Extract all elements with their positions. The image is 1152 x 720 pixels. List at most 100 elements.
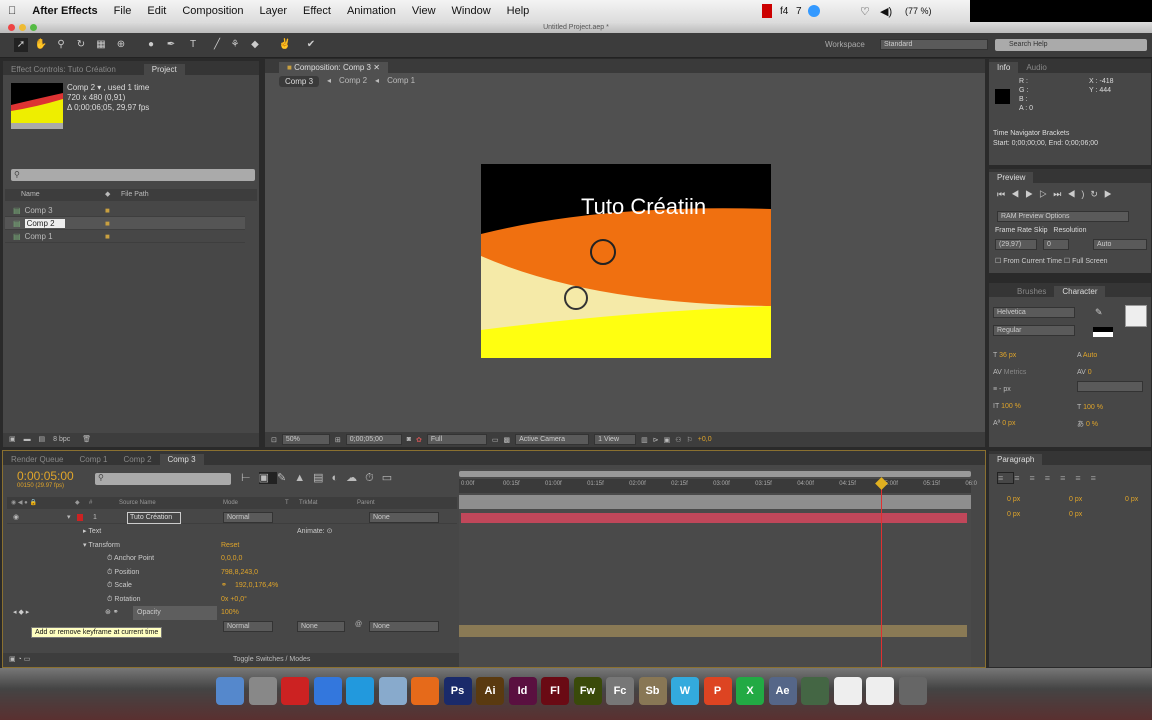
expand-layer-icon[interactable]: ▾ <box>67 511 71 524</box>
battery-status[interactable]: (77 %) <box>905 6 932 16</box>
exposure-value[interactable]: +0,0 <box>698 436 712 443</box>
tab-character[interactable]: Character <box>1054 286 1106 297</box>
hand-tool-icon[interactable]: ✋ <box>34 38 48 52</box>
project-item-label-editing[interactable]: Comp 2 <box>24 219 65 228</box>
prop-text[interactable]: ▸ Text Animate: ⊙ <box>7 525 457 539</box>
ram-preview-icon[interactable]: ▶ <box>1104 189 1118 199</box>
constrain-proportions-icon[interactable]: ⚭ <box>221 579 227 593</box>
rotation-value[interactable]: 0x +0,0° <box>221 593 247 607</box>
font-style-select[interactable]: Regular <box>993 325 1075 336</box>
tab-effect-controls[interactable]: Effect Controls: Tuto Création <box>3 64 124 75</box>
timeline-graph[interactable]: 0:00f 00:15f 01:00f 01:15f 02:00f 02:15f 03:00… <box>459 469 977 667</box>
rotate-tool-icon[interactable]: ↻ <box>74 38 88 52</box>
space-after-value[interactable]: 0 px <box>1069 511 1082 518</box>
dock-firefox-icon[interactable] <box>411 677 439 705</box>
dock-id-icon[interactable]: Id <box>508 677 537 705</box>
align-left-icon[interactable]: ≡ <box>997 472 1015 484</box>
menu-edit[interactable]: Edit <box>147 5 166 17</box>
dock-ae-icon[interactable]: Ae <box>768 677 797 705</box>
dock-safari-icon[interactable] <box>313 677 342 705</box>
status-f4[interactable]: f4 <box>780 6 788 17</box>
transform-reset-link[interactable]: Reset <box>221 539 239 553</box>
magnification-select[interactable]: 50% <box>281 434 330 445</box>
frame-rate-select[interactable]: (29,97) <box>995 239 1037 250</box>
kerning-value[interactable]: Metrics <box>1004 369 1027 376</box>
tab-info[interactable]: Info <box>989 62 1019 73</box>
project-search-input[interactable]: ⚲ <box>11 169 255 181</box>
dock-ai-icon[interactable]: Ai <box>476 677 504 705</box>
comp-mini-flowchart-icon[interactable]: ⊢ <box>241 472 259 484</box>
audio-icon[interactable]: ◀) <box>1067 189 1090 199</box>
prop-scale[interactable]: ⏱ Scale ⚭ 192,0,176,4% <box>7 579 457 593</box>
project-item-comp3[interactable]: ▤ Comp 3 ■ <box>5 204 245 217</box>
roto-brush-tool-icon[interactable]: ✌ <box>278 38 292 52</box>
breadcrumb-comp3[interactable]: Comp 3 <box>279 76 320 87</box>
tab-render-queue[interactable]: Render Queue <box>3 454 71 465</box>
new-comp-icon[interactable]: ▤ <box>33 436 46 443</box>
search-help-input[interactable]: Search Help <box>995 39 1147 51</box>
menu-animation[interactable]: Animation <box>347 5 396 17</box>
prev-frame-icon[interactable]: ◀ <box>1011 189 1025 199</box>
toggle-switches-modes-button[interactable]: Toggle Switches / Modes <box>233 653 310 667</box>
trash-icon[interactable]: 🗑 <box>72 436 91 443</box>
layer-mode-select[interactable]: Normal <box>223 512 273 523</box>
black-white-swatch[interactable] <box>1093 327 1113 337</box>
stopwatch-icon[interactable]: ⏱ <box>7 582 114 589</box>
stroke-style-select[interactable] <box>1077 381 1143 392</box>
fast-preview-icon[interactable]: ⊳ <box>653 436 659 444</box>
col-parent[interactable]: Parent <box>357 497 375 509</box>
skip-select[interactable]: 0 <box>1043 239 1069 250</box>
dock-sb-icon[interactable]: Sb <box>638 677 667 705</box>
layer-parent-select[interactable]: None <box>369 512 439 523</box>
timeline-current-time[interactable]: 0:00:05:00 <box>17 469 74 483</box>
position-value[interactable]: 798,8,243,0 <box>221 566 258 580</box>
new-folder-icon[interactable]: ▬ <box>18 436 31 443</box>
label-color-swatch[interactable] <box>77 514 83 521</box>
stroke-width-value[interactable]: - px <box>999 386 1011 393</box>
text-layer-preview[interactable]: Tuto Créatiin <box>581 194 706 219</box>
workspace-select[interactable]: Standard <box>880 39 988 50</box>
menu-effect[interactable]: Effect <box>303 5 331 17</box>
timeline-search-input[interactable]: ⚲ <box>95 473 231 485</box>
status-7[interactable]: 7 <box>796 6 802 17</box>
visibility-icon[interactable]: ◉ <box>7 514 19 521</box>
camera-tool-icon[interactable]: ▦ <box>94 38 108 52</box>
pen-tool-icon[interactable]: ✒ <box>164 38 178 52</box>
project-item-comp1[interactable]: ▤ Comp 1 ■ <box>5 230 245 243</box>
loop-icon[interactable]: ↻ <box>1090 189 1104 199</box>
wifi-icon[interactable]: ♡ <box>860 5 870 18</box>
layer2-duration-bar[interactable] <box>459 625 967 637</box>
snapshot-icon[interactable]: ◙ <box>407 436 411 443</box>
work-area-bar[interactable] <box>459 495 971 509</box>
tab-comp2[interactable]: Comp 2 <box>116 454 160 465</box>
tab-comp1[interactable]: Comp 1 <box>71 454 115 465</box>
current-time-display[interactable]: 0;00;05;00 <box>345 434 402 445</box>
always-preview-icon[interactable]: ⊡ <box>271 436 277 444</box>
time-ruler[interactable]: 0:00f 00:15f 01:00f 01:15f 02:00f 02:15f 03:00… <box>459 479 977 493</box>
project-item-comp2[interactable]: ▤ Comp 2 ■ <box>5 217 245 230</box>
layer2-parent-select[interactable]: None <box>369 621 439 632</box>
region-of-interest-icon[interactable]: ▭ <box>492 436 499 444</box>
pixel-aspect-icon[interactable]: ▥ <box>641 436 648 444</box>
graph-editor-icon[interactable]: ▭ <box>382 472 400 484</box>
keyframe-navigator[interactable]: ◂ ◆ ▸ <box>7 609 29 616</box>
column-name[interactable]: Name <box>5 191 40 198</box>
eraser-tool-icon[interactable]: ◆ <box>248 38 262 52</box>
zoom-window-button[interactable] <box>30 24 37 31</box>
dock-fc-icon[interactable]: Fc <box>606 677 634 705</box>
tab-project[interactable]: Project <box>143 64 185 75</box>
dock-fl-icon[interactable]: Fl <box>541 677 569 705</box>
tab-composition[interactable]: ■ Composition: Comp 3 ✕ <box>279 62 388 73</box>
layer-switches-icon[interactable]: ▣ ◔ ▭ <box>3 656 30 663</box>
menu-window[interactable]: Window <box>452 5 491 17</box>
justify-all-icon[interactable]: ≡ <box>1091 473 1106 483</box>
menu-app[interactable]: After Effects <box>32 5 97 17</box>
channel-icon[interactable]: ✿ <box>416 436 422 444</box>
layer-row[interactable]: ◉ ▾ 1 Tuto Création Normal None <box>7 511 457 524</box>
vertical-scale-value[interactable]: 100 % <box>1001 403 1021 410</box>
space-before-value[interactable]: 0 px <box>1007 511 1020 518</box>
puppet-tool-icon[interactable]: ✔ <box>304 38 318 52</box>
apple-icon[interactable]:  <box>8 5 16 17</box>
dock-trash-icon[interactable] <box>898 677 927 705</box>
bpc-button[interactable]: 8 bpc <box>47 436 70 443</box>
